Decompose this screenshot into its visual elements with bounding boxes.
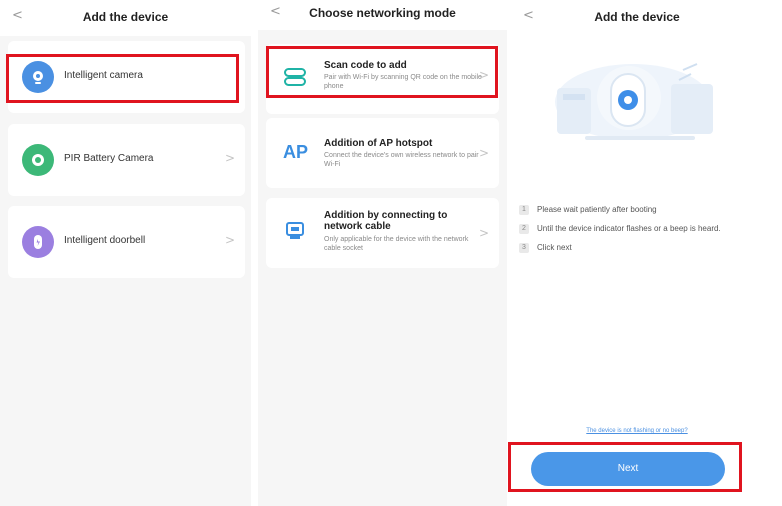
chevron-right-icon: > [224,233,235,247]
mode-ap-hotspot[interactable]: AP Addition of AP hotspot Connect the de… [266,118,499,188]
svg-text:AP: AP [283,142,308,161]
top-bar: < Add the device [511,0,763,36]
device-item-intelligent-doorbell[interactable]: Intelligent doorbell > [8,206,245,278]
step-number: 3 [519,243,529,253]
device-label: Intelligent doorbell [64,235,146,246]
mode-description: Connect the device's own wireless networ… [324,152,479,168]
list-item: 2 Until the device indicator flashes or … [519,223,747,235]
no-flash-help-link[interactable]: The device is not flashing or no beep? [511,428,763,434]
device-setup-panel: < Add the device 1 Please wait patiently… [511,0,763,506]
mode-title: Addition of AP hotspot [324,138,433,149]
device-item-pir-battery-camera[interactable]: PIR Battery Camera > [8,124,245,196]
ap-hotspot-icon: AP [280,138,310,164]
ethernet-icon [280,218,310,244]
doorbell-icon [22,226,54,258]
step-number: 1 [519,205,529,215]
device-label: PIR Battery Camera [64,153,154,164]
list-item: 3 Click next [519,242,747,254]
mode-description: Only applicable for the device with the … [324,236,469,252]
chevron-right-icon: > [224,151,235,165]
step-text: Click next [537,243,572,252]
chevron-right-icon: > [478,146,489,160]
step-text: Until the device indicator flashes or a … [537,224,721,233]
highlight-intelligent-camera [6,54,239,103]
highlight-next-button [508,442,742,492]
mode-network-cable[interactable]: Addition by connecting to network cable … [266,198,499,268]
highlight-scan-code [266,46,498,98]
device-illustration [511,40,763,150]
instruction-steps: 1 Please wait patiently after booting 2 … [519,204,747,261]
step-number: 2 [519,224,529,234]
chevron-right-icon: > [478,226,489,240]
page-title: Add the device [82,10,169,24]
step-text: Please wait patiently after booting [537,205,657,214]
top-bar: < Add the device [0,0,251,36]
page-title: Choose networking mode [309,6,456,20]
page-title: Add the device [594,10,680,24]
top-bar: < Choose networking mode [258,0,507,30]
battery-camera-icon [22,144,54,176]
mode-title: Addition by connecting to network cable [324,210,448,232]
list-item: 1 Please wait patiently after booting [519,204,747,216]
